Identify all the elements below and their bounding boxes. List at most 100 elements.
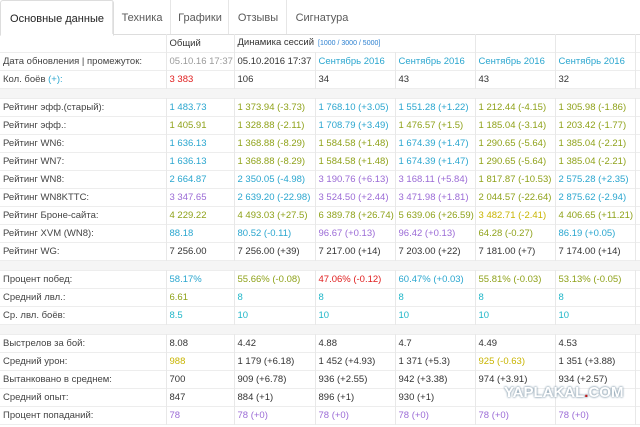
stat-cell: 4 229.22 xyxy=(166,206,235,225)
row-end xyxy=(635,370,640,389)
stat-cell: 88.18 xyxy=(166,224,235,243)
stat-cell: 1 817.87 (-10.53) xyxy=(475,170,556,189)
stat-cell: 4.42 xyxy=(234,334,316,353)
stat-cell: 78 (+0) xyxy=(234,406,316,425)
stat-cell: 8 xyxy=(555,288,636,307)
stat-row: Рейтинг эфф.(старый): 1 483.73 1 373.94 (-… xyxy=(0,98,640,117)
tab-vehicles[interactable]: Техника xyxy=(112,0,171,34)
stat-cell: 1 373.94 (-3.73) xyxy=(234,98,316,117)
row-label: Рейтинг эфф.: xyxy=(0,116,167,135)
stat-cell: 925 (-0.63) xyxy=(475,352,556,371)
tab-charts[interactable]: Графики xyxy=(170,0,229,34)
stat-cell: 8 xyxy=(315,288,396,307)
stat-cell: 47.06% (-0.12) xyxy=(315,270,396,289)
row-label: Ср. лвл. боёв: xyxy=(0,306,167,325)
battles-cell: 3 383 xyxy=(166,70,235,89)
stat-cell: 3 347.65 xyxy=(166,188,235,207)
row-end xyxy=(635,116,640,135)
stat-cell: 1 708.79 (+3.49) xyxy=(315,116,396,135)
stat-cell: 8 xyxy=(475,288,556,307)
header-general: Общий xyxy=(166,34,235,53)
row-label: Рейтинг WN6: xyxy=(0,134,167,153)
stat-cell: 2 575.28 (+2.35) xyxy=(555,170,636,189)
row-end xyxy=(635,206,640,225)
stat-cell: 3 471.98 (+1.81) xyxy=(395,188,476,207)
stat-cell: 1 768.10 (+3.05) xyxy=(315,98,396,117)
stat-cell: 1 290.65 (-5.64) xyxy=(475,134,556,153)
date-cell: Сентябрь 2016 xyxy=(315,52,396,71)
row-label: Вытанковано в среднем: xyxy=(0,370,167,389)
row-label: Выстрелов за бой: xyxy=(0,334,167,353)
stat-cell: 1 185.04 (-3.14) xyxy=(475,116,556,135)
stat-cell: 1 584.58 (+1.48) xyxy=(315,134,396,153)
row-label: Средний опыт: xyxy=(0,388,167,407)
stat-cell: 8.5 xyxy=(166,306,235,325)
stat-cell: 6 389.78 (+26.74) xyxy=(315,206,396,225)
stat-cell: 7 217.00 (+14) xyxy=(315,242,396,261)
stat-row: Ср. лвл. боёв: 8.5 10 10 10 10 10 xyxy=(0,306,640,325)
stat-cell: 2 350.05 (-4.98) xyxy=(234,170,316,189)
rating-section: Рейтинг эфф.(старый): 1 483.73 1 373.94 (-… xyxy=(0,98,640,261)
win-section: Процент побед: 58.17% 55.66% (-0.08) 47.06%… xyxy=(0,270,640,325)
spacer-row xyxy=(0,324,640,335)
battles-row: Кол. боёв (+): 3 383 106 34 43 43 32 xyxy=(0,70,640,89)
tab-main-data[interactable]: Основные данные xyxy=(0,0,114,36)
stat-cell: 55.66% (-0.08) xyxy=(234,270,316,289)
stat-cell: 1 551.28 (+1.22) xyxy=(395,98,476,117)
stat-cell: 4.88 xyxy=(315,334,396,353)
stat-cell: 78 xyxy=(166,406,235,425)
stat-cell: 10 xyxy=(234,306,316,325)
dynamics-range-link[interactable]: [1000 / 3000 / 5000] xyxy=(318,40,380,47)
stat-cell: 7 181.00 (+7) xyxy=(475,242,556,261)
battles-plus-link[interactable]: (+): xyxy=(48,74,63,85)
tab-signature[interactable]: Сигнатура xyxy=(286,0,357,34)
date-row: Дата обновления | промежуток: 05.10.16 1… xyxy=(0,52,640,71)
stat-cell: 1 452 (+4.93) xyxy=(315,352,396,371)
date-cell: Сентябрь 2016 xyxy=(395,52,476,71)
stat-cell: 2 875.62 (-2.94) xyxy=(555,188,636,207)
stat-cell: 4.53 xyxy=(555,334,636,353)
stat-cell: 884 (+1) xyxy=(234,388,316,407)
stat-cell: 936 (+2.55) xyxy=(315,370,396,389)
row-label: Процент попаданий: xyxy=(0,406,167,425)
date-cell: Сентябрь 2016 xyxy=(475,52,556,71)
row-end xyxy=(635,270,640,289)
stat-cell: 1 385.04 (-2.21) xyxy=(555,152,636,171)
watermark-logo: YAPLAKAL.COM xyxy=(504,384,624,401)
row-label: Средний урон: xyxy=(0,352,167,371)
stat-row: Рейтинг WG: 7 256.00 7 256.00 (+39) 7 217.0… xyxy=(0,242,640,261)
stat-cell: 1 584.58 (+1.48) xyxy=(315,152,396,171)
stat-cell: 1 368.88 (-8.29) xyxy=(234,152,316,171)
stat-cell: 847 xyxy=(166,388,235,407)
stat-cell: 78 (+0) xyxy=(555,406,636,425)
stat-cell: 80.52 (-0.11) xyxy=(234,224,316,243)
stat-row: Средний урон: 988 1 179 (+6.18) 1 452 (+4.9… xyxy=(0,352,640,371)
stat-cell: 1 212.44 (-4.15) xyxy=(475,98,556,117)
stat-cell: 1 179 (+6.18) xyxy=(234,352,316,371)
stat-cell: 1 351 (+3.88) xyxy=(555,352,636,371)
stats-table: Общий Динамика сессий [1000 / 3000 / 5000… xyxy=(0,34,640,425)
stat-cell: 988 xyxy=(166,352,235,371)
stat-cell: 3 190.76 (+6.13) xyxy=(315,170,396,189)
tab-reviews[interactable]: Отзывы xyxy=(228,0,287,34)
stat-cell: 78 (+0) xyxy=(395,406,476,425)
stat-row: Рейтинг Броне-сайта: 4 229.22 4 493.03 (+2… xyxy=(0,206,640,225)
row-label: Рейтинг Броне-сайта: xyxy=(0,206,167,225)
stat-cell: 1 203.42 (-1.77) xyxy=(555,116,636,135)
date-cell: 05.10.2016 17:37 xyxy=(234,52,316,71)
tab-bar: Основные данные Техника Графики Отзывы С… xyxy=(0,0,640,36)
stat-cell: 2 044.57 (-22.64) xyxy=(475,188,556,207)
header-dynamics: Динамика сессий [1000 / 3000 / 5000] xyxy=(234,34,476,53)
row-end xyxy=(635,352,640,371)
row-end xyxy=(635,306,640,325)
stat-cell: 53.13% (-0.05) xyxy=(555,270,636,289)
row-label: Рейтинг эфф.(старый): xyxy=(0,98,167,117)
header-row: Общий Динамика сессий [1000 / 3000 / 5000… xyxy=(0,34,640,53)
stat-cell: 1 483.73 xyxy=(166,98,235,117)
row-end xyxy=(635,152,640,171)
date-cell: 05.10.16 17:37 xyxy=(166,52,235,71)
spacer-row xyxy=(0,88,640,99)
stat-row: Выстрелов за бой: 8.08 4.42 4.88 4.7 4.49 4.53 xyxy=(0,334,640,353)
stat-cell: 78 (+0) xyxy=(315,406,396,425)
stat-cell: 1 385.04 (-2.21) xyxy=(555,134,636,153)
